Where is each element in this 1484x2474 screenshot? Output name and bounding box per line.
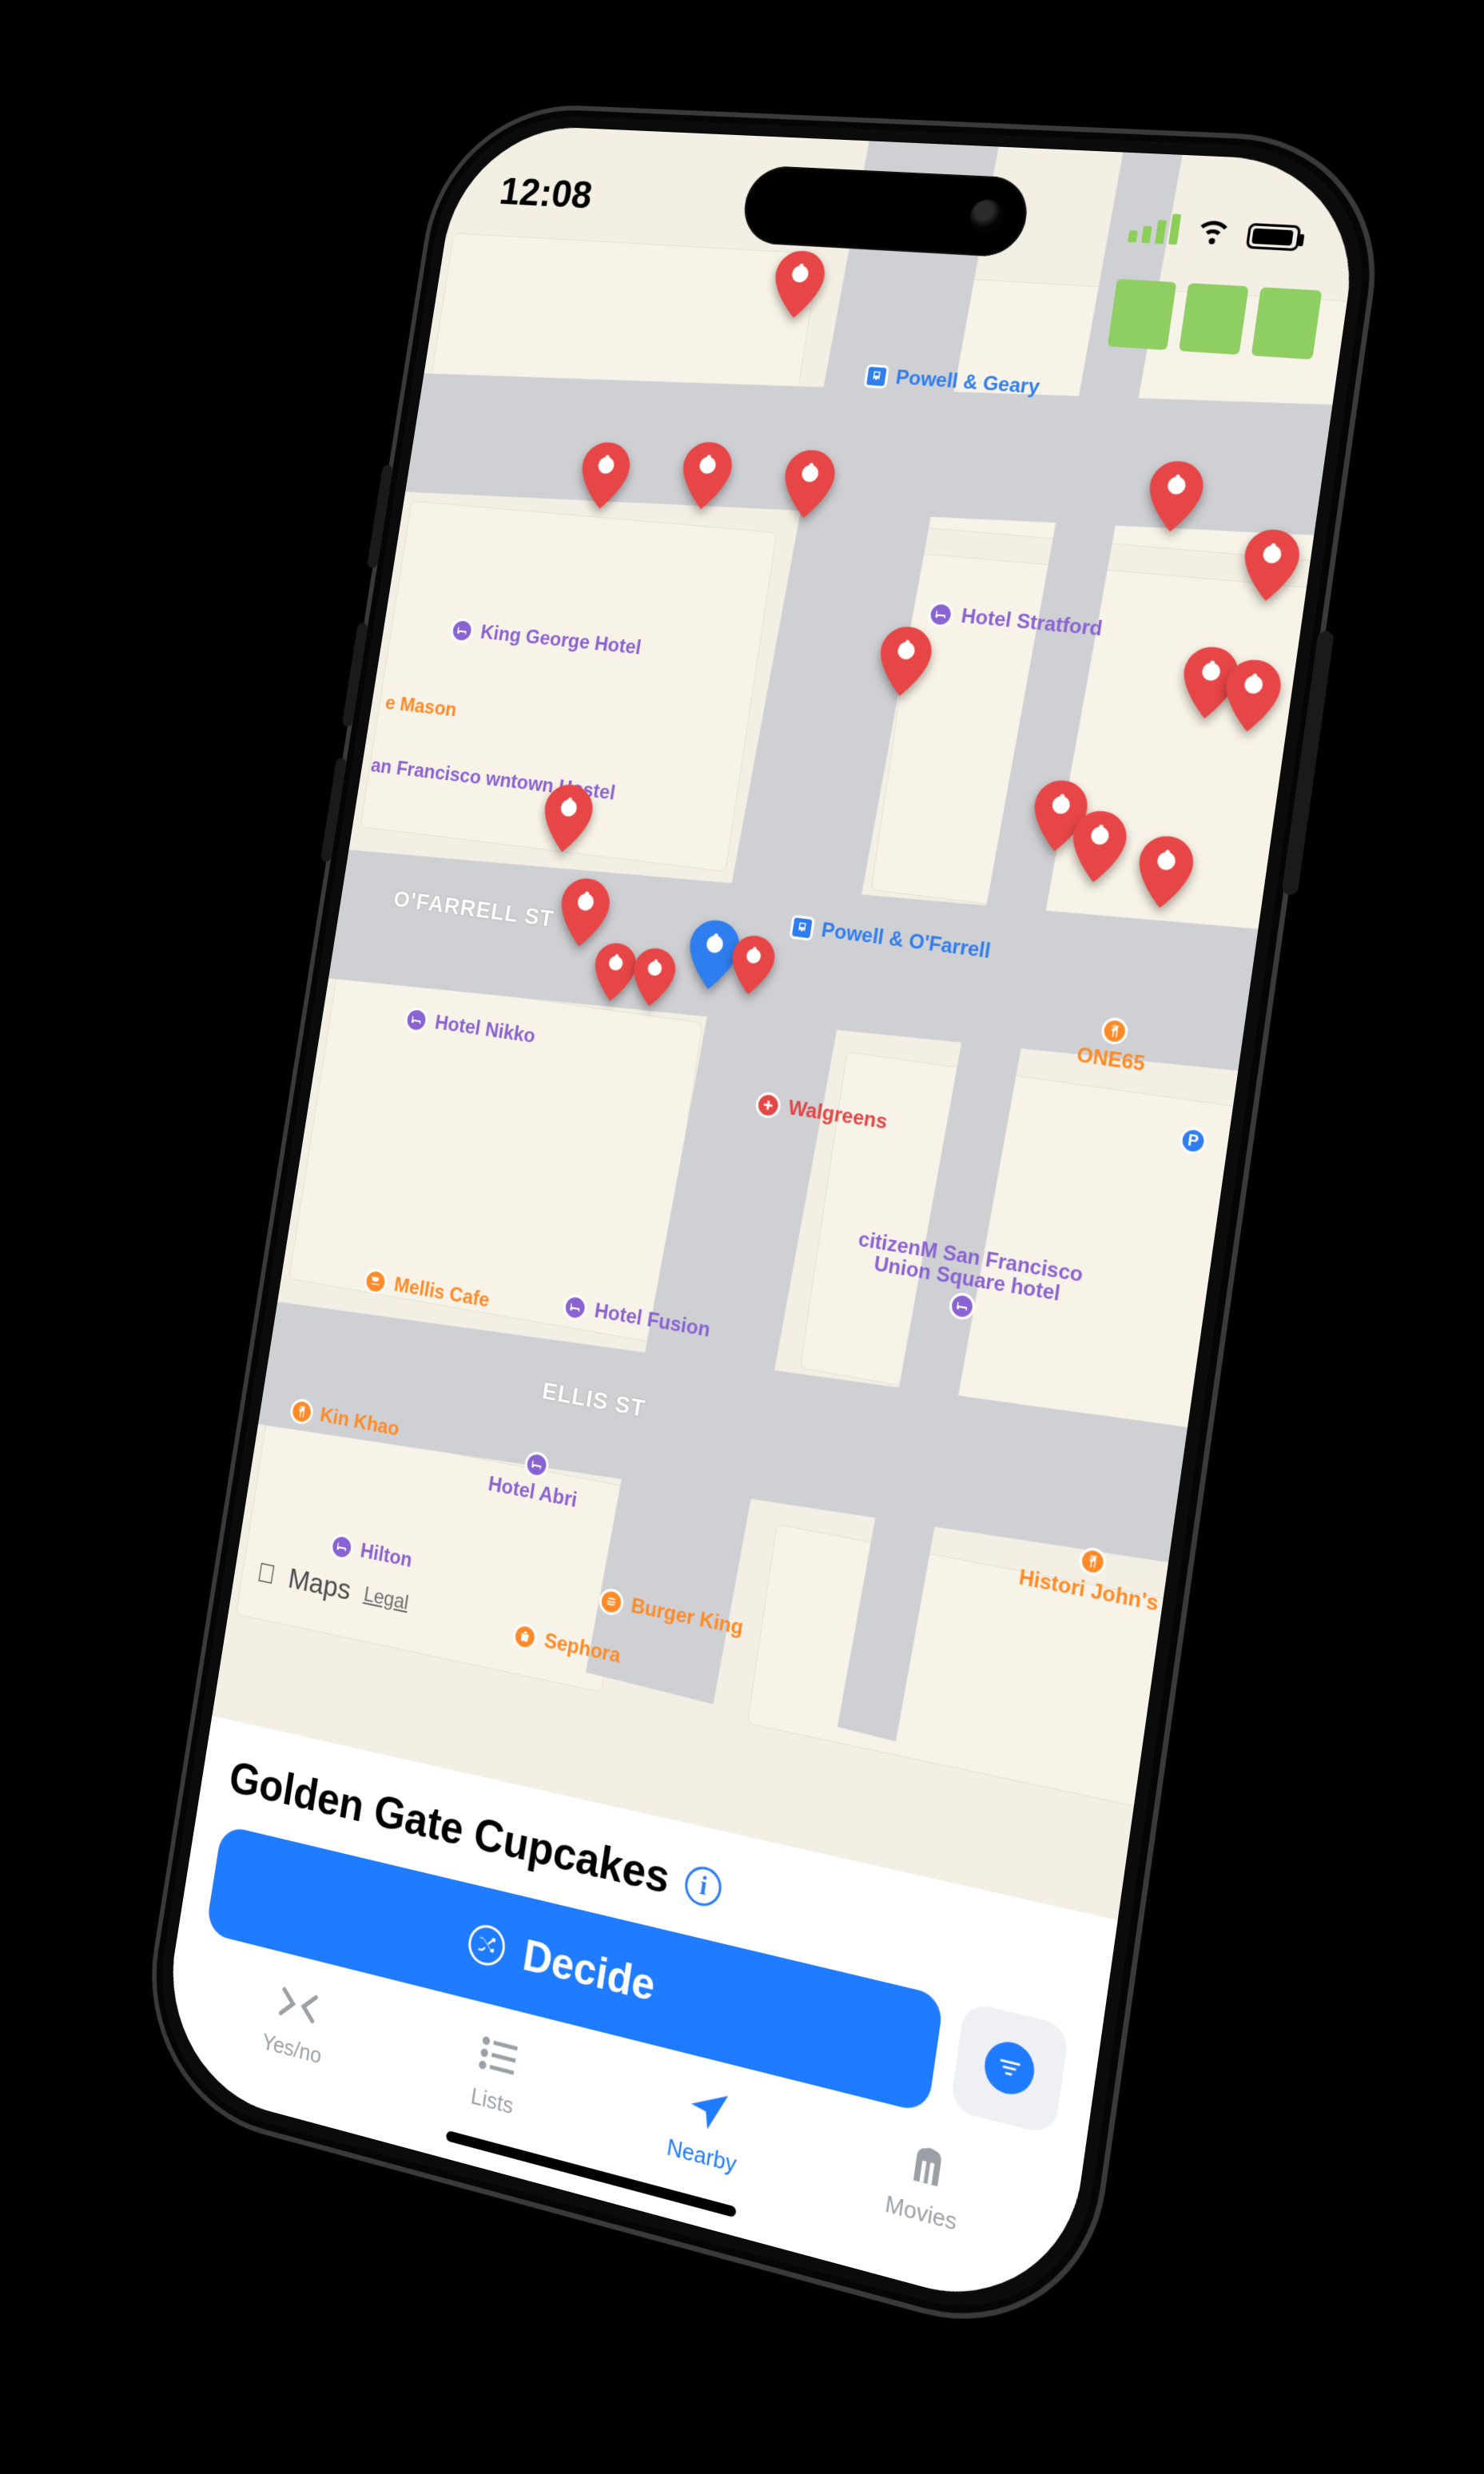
map-pin[interactable] bbox=[779, 448, 839, 520]
park-squares bbox=[1108, 279, 1323, 360]
decide-label: Decide bbox=[519, 1929, 658, 2011]
poi-label: Hotel Stratford bbox=[960, 605, 1104, 642]
info-icon[interactable]: i bbox=[682, 1863, 724, 1910]
screen: 12:08 bbox=[154, 123, 1367, 2324]
parking-icon: P bbox=[1178, 1126, 1208, 1156]
poi-label: Histori John's bbox=[1017, 1565, 1160, 1617]
poi-label: Walgreens bbox=[786, 1096, 889, 1135]
map-pin[interactable] bbox=[1178, 645, 1242, 722]
filter-button[interactable] bbox=[949, 2001, 1070, 2136]
poi-burger-king[interactable]: Burger King bbox=[598, 1587, 745, 1642]
home-indicator[interactable] bbox=[446, 2130, 737, 2218]
tab-label: Lists bbox=[469, 2082, 515, 2120]
map-pin[interactable] bbox=[1144, 459, 1207, 534]
phone-frame: 12:08 bbox=[130, 100, 1394, 2357]
poi-historic-johns[interactable]: Histori John's bbox=[1017, 1535, 1164, 1617]
poi-walgreens[interactable]: Walgreens bbox=[754, 1091, 889, 1136]
wifi-icon bbox=[1192, 209, 1235, 248]
map-pin[interactable] bbox=[1239, 527, 1303, 603]
map-pin[interactable] bbox=[555, 876, 614, 949]
poi-one65[interactable]: ONE65 bbox=[1075, 1013, 1151, 1076]
hotel-icon bbox=[562, 1293, 589, 1323]
map-pin[interactable] bbox=[539, 782, 596, 855]
map-legal-link[interactable]: Legal bbox=[362, 1582, 410, 1615]
restaurant-icon bbox=[1077, 1545, 1108, 1577]
poi-parking[interactable]: P bbox=[1178, 1126, 1208, 1156]
tab-movies[interactable]: Movies bbox=[814, 2114, 1040, 2256]
nearby-icon bbox=[682, 2079, 735, 2141]
poi-label: ONE65 bbox=[1075, 1043, 1146, 1076]
pharmacy-icon bbox=[754, 1091, 782, 1120]
fastfood-icon bbox=[598, 1587, 626, 1617]
battery-icon bbox=[1246, 223, 1302, 251]
cellular-signal-icon bbox=[1128, 212, 1181, 245]
tab-yesno[interactable]: Yes/no bbox=[197, 1959, 396, 2087]
filter-icon bbox=[981, 2037, 1037, 2100]
shuffle-icon bbox=[466, 1921, 508, 1969]
tab-bar: Yes/no Lists Nearby bbox=[185, 1948, 1051, 2286]
restaurant-icon bbox=[288, 1398, 315, 1426]
map-pin[interactable] bbox=[1133, 833, 1197, 911]
transit-icon bbox=[789, 915, 815, 941]
map-pin[interactable] bbox=[769, 249, 828, 319]
bottom-sheet: Golden Gate Cupcakes i Decide bbox=[154, 1716, 1117, 2324]
hotel-icon bbox=[948, 1291, 977, 1322]
tab-label: Movies bbox=[884, 2190, 959, 2236]
transit-label: Powell & O'Farrell bbox=[820, 918, 992, 964]
map-pin[interactable] bbox=[1219, 658, 1284, 734]
poi-label: Burger King bbox=[630, 1594, 745, 1641]
tab-nearby[interactable]: Nearby bbox=[599, 2060, 815, 2197]
lists-icon bbox=[473, 2027, 524, 2086]
poi-label: citizenM San Francisco Union Square hote… bbox=[840, 1226, 1100, 1311]
yesno-icon bbox=[274, 1976, 324, 2034]
map-pin[interactable] bbox=[727, 933, 778, 998]
hotel-icon bbox=[926, 601, 955, 628]
tab-label: Yes/no bbox=[261, 2028, 324, 2070]
map-pin[interactable] bbox=[874, 625, 935, 699]
dynamic-island bbox=[739, 165, 1032, 258]
shop-icon bbox=[511, 1621, 539, 1652]
transit-powell-ofarrell[interactable]: Powell & O'Farrell bbox=[789, 915, 992, 965]
apple-logo-icon:  bbox=[255, 1557, 277, 1591]
map-pin[interactable] bbox=[576, 440, 634, 511]
cafe-icon bbox=[363, 1267, 389, 1296]
canvas: 12:08 bbox=[0, 0, 1484, 2474]
poi-hotel-stratford[interactable]: Hotel Stratford bbox=[926, 601, 1104, 642]
tab-label: Nearby bbox=[665, 2133, 738, 2178]
hotel-icon bbox=[449, 618, 475, 644]
hotel-icon bbox=[404, 1006, 430, 1034]
map-pin[interactable] bbox=[629, 945, 678, 1009]
movies-icon bbox=[900, 2135, 956, 2198]
hotel-icon bbox=[328, 1533, 355, 1562]
poi-citizenm[interactable]: citizenM San Francisco Union Square hote… bbox=[835, 1226, 1100, 1341]
transit-icon bbox=[864, 364, 890, 389]
tab-lists[interactable]: Lists bbox=[394, 2008, 601, 2141]
hotel-icon bbox=[523, 1450, 551, 1479]
map-pin[interactable] bbox=[1067, 809, 1130, 885]
map-pin[interactable] bbox=[1028, 778, 1092, 854]
restaurant-icon bbox=[1100, 1016, 1130, 1046]
map-pin[interactable] bbox=[677, 440, 735, 511]
status-time: 12:08 bbox=[497, 169, 595, 217]
